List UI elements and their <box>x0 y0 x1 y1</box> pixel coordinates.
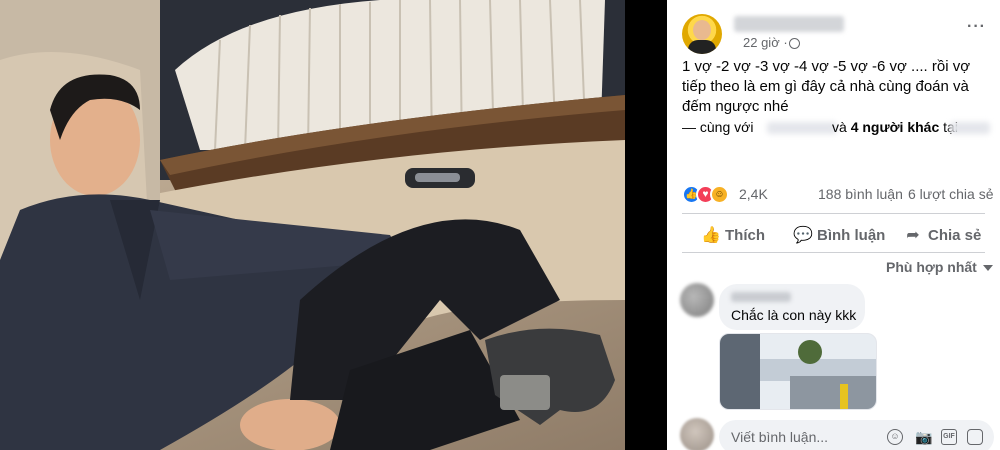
sort-label: Phù hợp nhất <box>886 259 977 275</box>
comment-count[interactable]: 188 bình luận <box>818 186 903 202</box>
tagged-others[interactable]: và 4 người khác tại <box>832 119 958 135</box>
share-arrow-icon: ➦ <box>906 227 920 244</box>
caret-down-icon <box>982 265 993 272</box>
sticker-icon[interactable] <box>967 429 983 445</box>
comment-label: Bình luận <box>817 227 886 244</box>
share-label: Chia sẻ <box>928 227 982 244</box>
reaction-count[interactable]: 2,4K <box>739 186 768 202</box>
speech-bubble-icon: 💬 <box>793 227 813 244</box>
divider <box>682 213 985 214</box>
gif-icon[interactable]: GIF <box>941 429 957 445</box>
post-tagline: — cùng với và 4 người khác tại <box>682 119 997 137</box>
comment-attachment-image[interactable] <box>719 333 877 410</box>
comment-button[interactable]: 💬 Bình luận <box>793 225 885 245</box>
like-label: Thích <box>725 227 765 244</box>
post-panel: 22 giờ · ··· 1 vợ -2 vợ -3 vợ -4 vợ -5 v… <box>667 0 1000 450</box>
more-horizontal-icon[interactable]: ··· <box>967 18 986 36</box>
current-user-avatar[interactable] <box>680 418 714 450</box>
camera-icon[interactable]: 📷 <box>915 429 932 445</box>
action-bar: 👍 Thích 💬 Bình luận ➦ Chia sẻ <box>682 220 1000 250</box>
others-count[interactable]: 4 người khác <box>851 119 940 135</box>
post-caption: 1 vợ -2 vợ -3 vợ -4 vợ -5 vợ -6 vợ .... … <box>682 58 971 115</box>
attachment-illustration <box>720 334 876 409</box>
photo-gap <box>625 0 667 450</box>
reaction-icons[interactable]: 👍 ♥ ☺ <box>682 185 736 205</box>
with-label: — cùng với <box>682 119 754 135</box>
globe-icon <box>789 38 800 49</box>
post-time[interactable]: 22 giờ · <box>743 35 788 50</box>
divider <box>682 252 985 253</box>
share-button[interactable]: ➦ Chia sẻ <box>904 225 981 245</box>
share-count[interactable]: 6 lượt chia sẻ <box>908 186 993 202</box>
comment-bubble: Chắc là con này kkk <box>719 284 865 330</box>
tagged-person-redacted[interactable] <box>767 122 837 134</box>
others-prefix: và <box>832 119 847 135</box>
comment-sort-dropdown[interactable]: Phù hợp nhất <box>886 259 993 275</box>
author-name-redacted[interactable] <box>734 16 844 32</box>
author-avatar[interactable] <box>682 14 722 54</box>
commenter-avatar[interactable] <box>680 283 714 317</box>
like-button[interactable]: 👍 Thích <box>701 225 765 245</box>
post-photo[interactable] <box>0 0 625 450</box>
commenter-name-redacted[interactable] <box>731 292 791 302</box>
comment-composer: ☺ 📷 GIF <box>667 410 1000 450</box>
photo-illustration <box>0 0 625 450</box>
thumbs-up-icon: 👍 <box>701 227 721 244</box>
haha-reaction-icon: ☺ <box>710 185 729 204</box>
emoji-icon[interactable]: ☺ <box>887 429 903 445</box>
post-stats: 👍 ♥ ☺ 2,4K 188 bình luận 6 lượt chia sẻ <box>682 184 1000 206</box>
location-redacted[interactable] <box>950 122 990 134</box>
post-header: 22 giờ · ··· <box>682 14 992 54</box>
comment-text: Chắc là con này kkk <box>731 307 857 323</box>
